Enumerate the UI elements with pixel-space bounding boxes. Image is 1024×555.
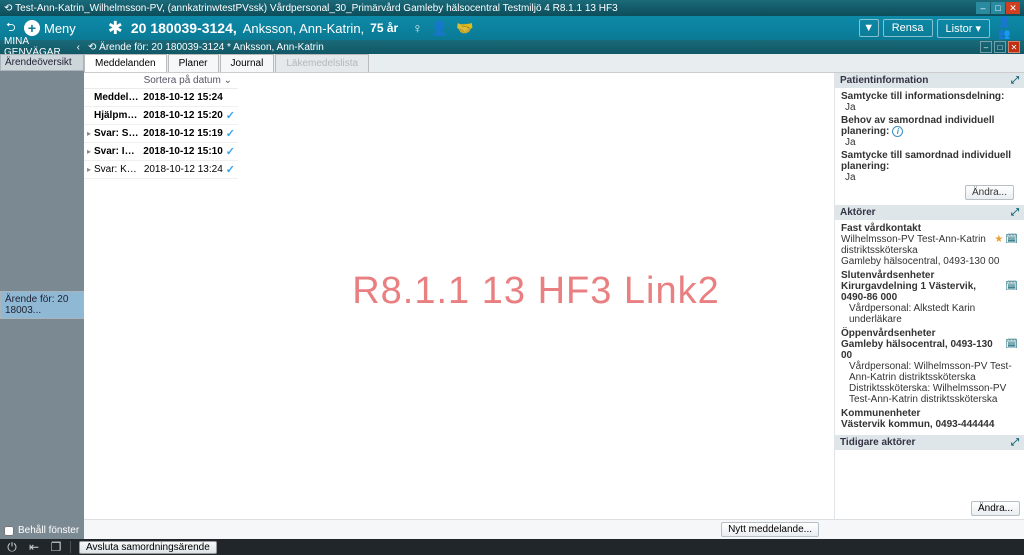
subwin-min-icon[interactable]: – xyxy=(980,41,992,53)
edit-aktorer-button[interactable]: Ändra... xyxy=(971,501,1020,516)
tidigare-aktorer-header[interactable]: Tidigare aktörer ⤢ xyxy=(835,435,1024,450)
window-minimize-button[interactable]: – xyxy=(976,2,990,14)
expand-icon[interactable]: ⤢ xyxy=(1011,207,1019,218)
patient-id: 20 180039-3124, xyxy=(131,20,237,36)
window-close-button[interactable]: ✕ xyxy=(1006,2,1020,14)
user-account-icon[interactable]: 👤 xyxy=(998,17,1018,28)
left-sidebar: Ärendeöversikt Ärende för: 20 18003... B… xyxy=(0,54,84,539)
subwin-max-icon[interactable]: □ xyxy=(994,41,1006,53)
menu-label: Meny xyxy=(44,21,76,36)
calendar-icon[interactable]: 🗓 xyxy=(1005,339,1018,350)
star-icon[interactable]: ★ xyxy=(994,234,1003,245)
content-canvas: R8.1.1 13 HF3 Link2 xyxy=(238,73,834,519)
sub-header-row: MINA GENVÄGAR ‹ ⟲ Ärende för: 20 180039-… xyxy=(0,40,1024,54)
expand-arrow-icon[interactable]: ▸ xyxy=(87,165,94,174)
tab-planer[interactable]: Planer xyxy=(168,54,219,72)
menu-button[interactable]: + Meny xyxy=(24,20,76,36)
aktorer-header: Aktörer ⤢ xyxy=(835,205,1024,220)
right-panel: Patientinformation ⤢ Samtycke till infor… xyxy=(834,73,1024,519)
message-row[interactable]: ▸ Svar: Inskrivnings... 2018-10-12 15:10… xyxy=(84,143,238,161)
bottom-toolbar: ⏻ ⇤ ❐ Avsluta samordningsärende xyxy=(0,539,1024,555)
lists-dropdown[interactable]: Listor ▾ xyxy=(937,19,990,38)
new-message-button[interactable]: Nytt meddelande... xyxy=(721,522,819,537)
case-header: ⟲ Ärende för: 20 180039-3124 * Anksson, … xyxy=(84,40,1024,54)
check-icon: ✓ xyxy=(226,127,235,140)
subwin-close-icon[interactable]: ✕ xyxy=(1008,41,1020,53)
calendar-icon[interactable]: 🗓 xyxy=(1005,234,1018,245)
filter-icon[interactable]: ▼ xyxy=(859,19,879,37)
edit-patientinfo-button[interactable]: Ändra... xyxy=(965,185,1014,200)
tab-lakemedelslista: Läkemedelslista xyxy=(275,54,369,72)
asterisk-icon: ✱ xyxy=(108,18,123,39)
top-toolbar: ⮌ + Meny ✱ 20 180039-3124, Anksson, Ann-… xyxy=(0,16,1024,40)
window-titlebar: ⟲ Test-Ann-Katrin_Wilhelmsson-PV, (annka… xyxy=(0,0,1024,16)
user-icon[interactable]: 👤 xyxy=(431,20,448,37)
check-icon: ✓ xyxy=(226,109,235,122)
refresh-icon[interactable]: ⟲ xyxy=(4,3,12,14)
sidebar-item-overview[interactable]: Ärendeöversikt xyxy=(0,54,84,71)
message-row[interactable]: ▸ Svar: Status 2018-10-12 15:19 ✓ xyxy=(84,125,238,143)
keep-window-checkbox[interactable]: Behåll fönster xyxy=(0,522,84,539)
expand-arrow-icon[interactable]: ▸ xyxy=(87,129,94,138)
patient-age: 75 år xyxy=(370,21,398,35)
aktorer-body: Fast vårdkontakt Wilhelmsson-PV Test-Ann… xyxy=(835,220,1024,435)
window-title: Test-Ann-Katrin_Wilhelmsson-PV, (annkatr… xyxy=(15,3,976,14)
patient-name: Anksson, Ann-Katrin, xyxy=(243,21,364,36)
end-case-button[interactable]: Avsluta samordningsärende xyxy=(79,541,217,554)
content-area: Meddelanden Planer Journal Läkemedelslis… xyxy=(84,54,1024,539)
window-icon[interactable]: ❐ xyxy=(48,540,64,554)
check-icon: ✓ xyxy=(226,163,235,176)
content-footer: Nytt meddelande... xyxy=(84,519,1024,539)
message-list: Sortera på datum ⌄ Meddelande om ... 201… xyxy=(84,73,238,519)
keep-window-input[interactable] xyxy=(4,526,14,536)
logout-icon[interactable]: ⇤ xyxy=(26,540,42,554)
tab-journal[interactable]: Journal xyxy=(220,54,275,72)
message-row[interactable]: Hjälpmedel 2018-10-12 15:20 ✓ xyxy=(84,107,238,125)
check-icon: ✓ xyxy=(226,145,235,158)
patientinfo-header: Patientinformation ⤢ xyxy=(835,73,1024,88)
expand-icon[interactable]: ⤢ xyxy=(1011,75,1019,86)
gender-female-icon: ♀ xyxy=(412,20,423,36)
refresh-icon[interactable]: ⟲ xyxy=(88,42,96,53)
patientinfo-body: Samtycke till informationsdelning: Ja Be… xyxy=(835,88,1024,205)
watermark-text: R8.1.1 13 HF3 Link2 xyxy=(352,270,720,313)
sidebar-item-case[interactable]: Ärende för: 20 18003... xyxy=(0,291,84,319)
users-icon[interactable]: 👥 xyxy=(998,29,1018,40)
chevron-left-icon[interactable]: ‹ xyxy=(77,42,80,53)
case-title: Ärende för: 20 180039-3124 * Anksson, An… xyxy=(99,42,324,53)
calendar-icon[interactable]: 🗓 xyxy=(1005,281,1018,292)
message-row[interactable]: ▸ Svar: Kallelse till samor... 2018-10-1… xyxy=(84,161,238,179)
handshake-icon[interactable]: 🤝 xyxy=(456,20,473,37)
window-maximize-button[interactable]: □ xyxy=(991,2,1005,14)
tab-bar: Meddelanden Planer Journal Läkemedelslis… xyxy=(84,54,1024,73)
message-row[interactable]: Meddelande om ... 2018-10-12 15:24 ✓ xyxy=(84,89,238,107)
power-icon[interactable]: ⏻ xyxy=(4,540,20,555)
info-icon[interactable]: i xyxy=(892,126,903,137)
shortcuts-header: MINA GENVÄGAR ‹ xyxy=(0,40,84,54)
clear-button[interactable]: Rensa xyxy=(883,19,933,37)
expand-icon[interactable]: ⤢ xyxy=(1011,437,1019,448)
tab-meddelanden[interactable]: Meddelanden xyxy=(84,54,167,72)
expand-arrow-icon[interactable]: ▸ xyxy=(87,147,94,156)
sort-dropdown[interactable]: Sortera på datum ⌄ xyxy=(84,73,238,89)
plus-icon: + xyxy=(24,20,40,36)
